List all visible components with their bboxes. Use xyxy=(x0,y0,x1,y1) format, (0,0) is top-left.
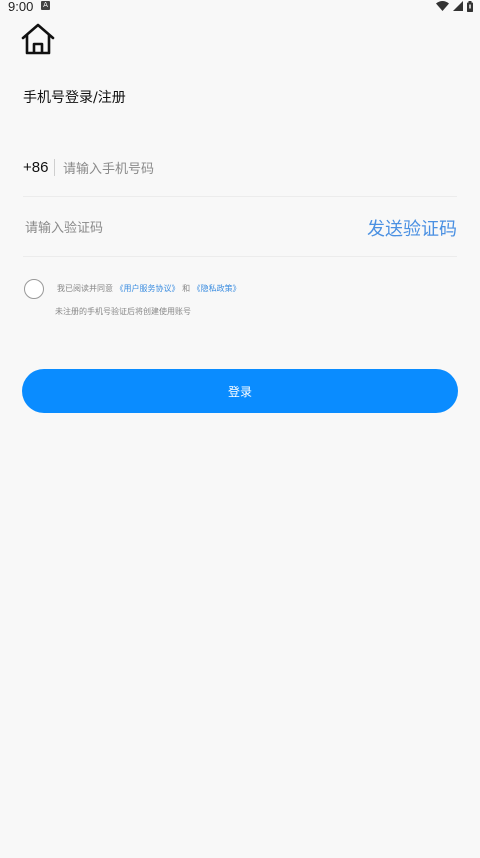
notification-badge: A xyxy=(41,1,50,10)
status-icons xyxy=(436,0,473,12)
phone-row: +86 xyxy=(23,150,457,197)
agreement-text: 我已阅读并同意 《用户服务协议》 和 《隐私政策》 xyxy=(57,283,241,294)
country-code-divider xyxy=(54,159,55,176)
page-title: 手机号登录/注册 xyxy=(23,90,126,106)
agreement-row: 我已阅读并同意 《用户服务协议》 和 《隐私政策》 未注册的手机号验证后将创建使… xyxy=(24,278,464,322)
agreement-conjunction: 和 xyxy=(182,284,191,293)
agreement-radio[interactable] xyxy=(24,279,44,299)
send-code-button[interactable]: 发送验证码 xyxy=(367,215,457,241)
privacy-policy-link[interactable]: 《隐私政策》 xyxy=(193,284,241,293)
phone-input[interactable] xyxy=(61,156,445,182)
agreement-note: 未注册的手机号验证后将创建使用账号 xyxy=(55,307,191,316)
country-code[interactable]: +86 xyxy=(23,159,48,176)
home-button[interactable] xyxy=(20,22,56,56)
verification-code-input[interactable] xyxy=(23,215,327,241)
signal-icon xyxy=(453,1,463,11)
login-button[interactable]: 登录 xyxy=(22,369,458,413)
wifi-icon xyxy=(436,1,449,11)
verification-row: 发送验证码 xyxy=(23,206,457,257)
status-time: 9:00 xyxy=(8,0,34,14)
status-bar: 9:00 A xyxy=(0,0,480,14)
agreement-prefix: 我已阅读并同意 xyxy=(57,284,113,293)
battery-icon xyxy=(467,0,473,12)
home-icon xyxy=(21,23,55,55)
user-agreement-link[interactable]: 《用户服务协议》 xyxy=(116,284,180,293)
